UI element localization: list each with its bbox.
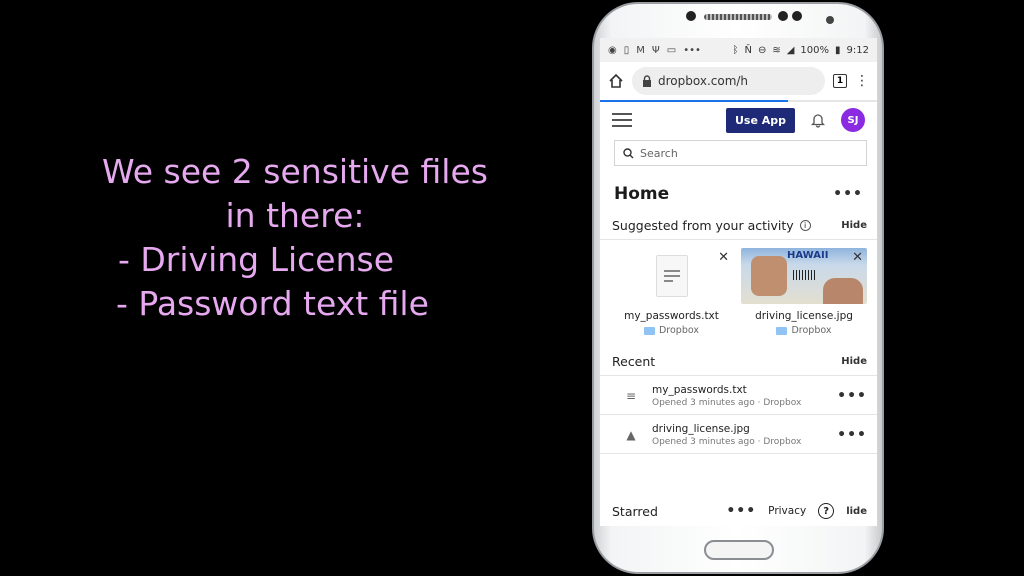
folder-icon — [776, 326, 788, 335]
caption-item-1: - Driving License — [118, 240, 395, 279]
recent-hide-button[interactable]: Hide — [841, 356, 867, 367]
suggested-card[interactable]: HAWAII ✕ driving_license.jpg Dropbox — [741, 248, 867, 336]
hamburger-menu-icon[interactable] — [612, 113, 632, 127]
signal-icon: ◢ — [786, 44, 795, 56]
earpiece-speaker — [704, 14, 772, 20]
starred-hide-button[interactable]: lide — [846, 506, 867, 517]
item-more-button[interactable]: ••• — [837, 427, 867, 443]
recent-title: Recent — [612, 354, 656, 369]
suggested-hide-button[interactable]: Hide — [841, 220, 867, 231]
search-icon — [623, 147, 634, 158]
suggested-header: Suggested from your activity i Hide — [600, 218, 877, 233]
dropbox-header: Use App SJ — [600, 102, 877, 138]
caption-line-1: We see 2 sensitive files — [102, 152, 488, 191]
phone-icon: ▯ — [623, 44, 630, 56]
image-file-icon: ▲ — [626, 428, 636, 442]
caption-item-2: - Password text file — [116, 284, 429, 323]
system-icons: ᛒ Ň ⊖ ≋ ◢ 100% ▮ 9:12 — [732, 45, 869, 56]
firefox-icon: ◉ — [608, 44, 617, 56]
card-file-name: my_passwords.txt — [624, 310, 719, 322]
recent-header: Recent Hide — [600, 354, 877, 369]
bluetooth-icon: ᛒ — [732, 44, 739, 56]
url-text: dropbox.com/h — [658, 74, 749, 88]
browser-toolbar: dropbox.com/h 1 ⋮ — [600, 62, 877, 102]
text-file-icon — [655, 255, 688, 297]
nfc-icon: Ň — [744, 44, 752, 56]
usb-icon: Ψ — [651, 44, 660, 56]
file-meta: Opened 3 minutes ago · Dropbox — [652, 398, 802, 408]
status-bar: ◉ ▯ M Ψ ▭ ••• ᛒ Ň ⊖ ≋ ◢ 100% ▮ 9:12 — [600, 38, 877, 62]
use-app-button[interactable]: Use App — [725, 107, 795, 133]
code-icon: ▭ — [666, 44, 677, 56]
suggested-cards: ✕ my_passwords.txt Dropbox HAWAII ✕ driv… — [600, 240, 877, 336]
list-item[interactable]: ▲ driving_license.jpg Opened 3 minutes a… — [600, 415, 877, 454]
card-folder-name: Dropbox — [658, 325, 700, 336]
sensor-icon — [792, 11, 802, 21]
sensor-icon — [778, 11, 788, 21]
footer-more-button[interactable]: ••• — [726, 503, 756, 519]
card-file-name: driving_license.jpg — [755, 310, 853, 322]
info-icon[interactable]: i — [799, 220, 811, 231]
wifi-icon: ≋ — [772, 44, 781, 56]
lock-icon — [643, 75, 651, 87]
list-item[interactable]: ≡ my_passwords.txt Opened 3 minutes ago … — [600, 376, 877, 415]
overlay-caption: We see 2 sensitive files in there: - Dri… — [40, 150, 550, 326]
file-name: driving_license.jpg — [652, 423, 750, 435]
dismiss-icon[interactable]: ✕ — [718, 250, 729, 265]
footer-bar: Starred ••• Privacy ? lide — [600, 498, 877, 524]
mail-icon: M — [636, 44, 645, 56]
caption-line-2: in there: — [225, 196, 365, 235]
proximity-sensor-icon — [826, 16, 834, 24]
file-name: my_passwords.txt — [652, 384, 747, 396]
help-icon[interactable]: ? — [818, 503, 835, 519]
privacy-link[interactable]: Privacy — [768, 505, 806, 517]
page-load-progress — [600, 100, 788, 102]
suggested-title: Suggested from your activity — [612, 218, 794, 233]
avatar[interactable]: SJ — [841, 108, 865, 132]
text-file-icon: ≡ — [625, 389, 637, 403]
folder-icon — [643, 326, 655, 335]
url-bar[interactable]: dropbox.com/h — [632, 67, 825, 95]
browser-menu-icon[interactable]: ⋮ — [855, 74, 869, 88]
file-meta: Opened 3 minutes ago · Dropbox — [652, 437, 802, 447]
item-more-button[interactable]: ••• — [837, 388, 867, 404]
search-input[interactable]: Search — [614, 140, 867, 166]
front-camera-icon — [686, 11, 696, 21]
dismiss-icon[interactable]: ✕ — [852, 250, 863, 265]
home-icon[interactable] — [608, 73, 624, 89]
starred-title: Starred — [612, 503, 658, 519]
clock: 9:12 — [846, 44, 869, 56]
more-notifications-icon: ••• — [683, 44, 701, 56]
card-folder-name: Dropbox — [791, 325, 832, 336]
suggested-card[interactable]: ✕ my_passwords.txt Dropbox — [610, 248, 733, 336]
dnd-icon: ⊖ — [757, 44, 767, 56]
notifications-bell-icon[interactable] — [811, 112, 825, 128]
battery-percent: 100% — [800, 44, 830, 56]
notification-icons: ◉ ▯ M Ψ ▭ ••• — [608, 45, 701, 56]
home-header: Home ••• — [600, 184, 877, 204]
license-thumbnail: HAWAII — [741, 248, 867, 304]
home-button[interactable] — [704, 540, 774, 560]
thumbnail-text: HAWAII — [787, 250, 829, 261]
home-more-button[interactable]: ••• — [833, 186, 863, 202]
phone-screen: ◉ ▯ M Ψ ▭ ••• ᛒ Ň ⊖ ≋ ◢ 100% ▮ 9:12 drop… — [600, 38, 877, 526]
battery-icon: ▮ — [835, 44, 841, 56]
tab-count-button[interactable]: 1 — [833, 74, 847, 88]
page-title: Home — [614, 184, 670, 204]
search-placeholder: Search — [640, 146, 678, 160]
